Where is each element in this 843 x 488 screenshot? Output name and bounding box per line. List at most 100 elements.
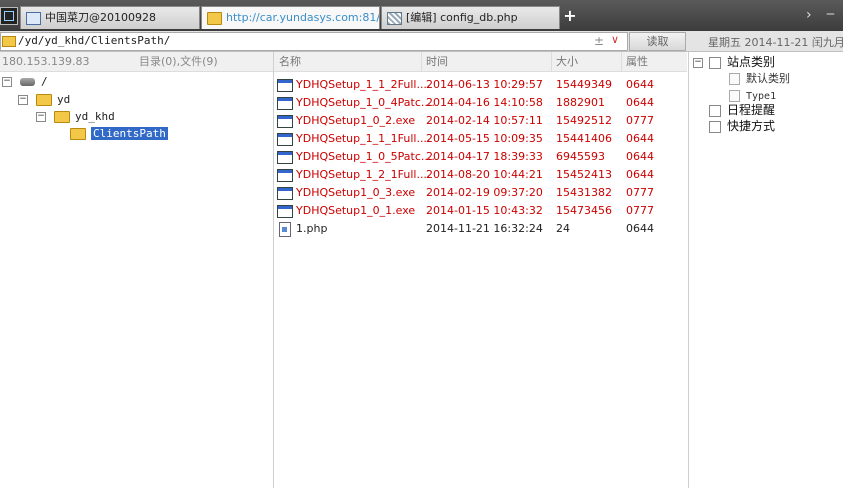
exe-file-icon <box>277 97 293 110</box>
tree-node-clientspath[interactable]: ClientsPath <box>70 126 168 142</box>
column-divider[interactable] <box>421 52 422 71</box>
tree-node-site-categories[interactable]: − 站点类别 <box>693 54 775 70</box>
file-name: YDHQSetup1_0_2.exe <box>296 114 416 127</box>
file-time: 2014-08-20 10:44:21 <box>426 168 543 181</box>
file-size: 24 <box>556 222 570 235</box>
php-file-icon <box>279 222 291 237</box>
tab-label: http://car.yundasys.com:81/y... <box>226 11 380 24</box>
tree-node-type1[interactable]: Type1 <box>729 87 776 103</box>
minimize-icon[interactable]: ‒ <box>826 6 835 22</box>
file-row[interactable]: YDHQSetup_1_1_2Full.... 2014-06-13 10:29… <box>274 76 687 94</box>
file-time: 2014-02-19 09:37:20 <box>426 186 543 199</box>
file-row[interactable]: YDHQSetup1_0_2.exe 2014-02-14 10:57:11 1… <box>274 112 687 130</box>
path-input[interactable]: /yd/yd_khd/ClientsPath/ ± ∨ <box>0 32 628 51</box>
path-text: /yd/yd_khd/ClientsPath/ <box>18 34 171 47</box>
date-display: 星期五 2014-11-21 闰九月十 <box>708 36 843 49</box>
edit-icon <box>387 11 402 25</box>
file-time: 2014-04-16 14:10:58 <box>426 96 543 109</box>
exe-file-icon <box>277 187 293 200</box>
column-header-size[interactable]: 大小 <box>556 52 578 71</box>
page-icon <box>729 72 740 85</box>
file-name: YDHQSetup_1_0_4Patc.... <box>296 96 435 109</box>
tree-header: 180.153.139.83 目录(0),文件(9) <box>0 52 273 72</box>
tab-edit-config[interactable]: [编辑] config_db.php <box>381 6 560 29</box>
exe-file-icon <box>277 205 293 218</box>
file-name: YDHQSetup1_0_1.exe <box>296 204 416 217</box>
read-button[interactable]: 读取 <box>629 32 686 51</box>
tree-node-yd-khd[interactable]: − yd_khd <box>36 109 115 125</box>
chevron-down-icon[interactable]: ∨ <box>611 33 619 46</box>
app-menu-button[interactable] <box>0 7 18 25</box>
file-row[interactable]: YDHQSetup1_0_1.exe 2014-01-15 10:43:32 1… <box>274 202 687 220</box>
file-size: 6945593 <box>556 150 605 163</box>
exe-file-icon <box>277 169 293 182</box>
tree-node-label: 站点类别 <box>727 55 776 69</box>
file-attr: 0644 <box>626 150 654 163</box>
tab-home[interactable]: 中国菜刀@20100928 <box>20 6 200 29</box>
folder-icon <box>207 11 222 25</box>
address-row: /yd/yd_khd/ClientsPath/ ± ∨ 读取 星期五 2014-… <box>0 31 843 52</box>
file-attr: 0777 <box>626 114 654 127</box>
file-list-header: 名称 时间 大小 属性 <box>274 52 687 72</box>
tree-node-yd[interactable]: − yd <box>18 92 70 108</box>
file-name: YDHQSetup_1_1_2Full.... <box>296 78 431 91</box>
tree-node-label: Type1 <box>746 91 777 102</box>
column-header-time[interactable]: 时间 <box>426 52 448 71</box>
file-size: 15441406 <box>556 132 612 145</box>
tab-label: [编辑] config_db.php <box>406 11 518 24</box>
file-attr: 0644 <box>626 78 654 91</box>
tree-node-default-category[interactable]: 默认类别 <box>729 70 790 86</box>
file-row[interactable]: 1.php 2014-11-21 16:32:24 24 0644 <box>274 220 687 238</box>
file-size: 15449349 <box>556 78 612 91</box>
tab-bar: 中国菜刀@20100928 http://car.yundasys.com:81… <box>0 0 843 31</box>
drive-icon <box>20 78 35 86</box>
file-name: YDHQSetup_1_0_5Patc.... <box>296 150 435 163</box>
folder-open-icon <box>70 128 86 140</box>
tree-node-shortcuts[interactable]: 快捷方式 <box>709 118 775 134</box>
file-name: YDHQSetup_1_2_1Full.... <box>296 168 431 181</box>
directory-tree-panel: 180.153.139.83 目录(0),文件(9) − / − yd − yd_kh… <box>0 52 274 488</box>
chevron-right-icon[interactable]: › <box>806 7 812 23</box>
tree-node-schedule-reminder[interactable]: 日程提醒 <box>709 102 775 118</box>
file-list-panel: 名称 时间 大小 属性 YDHQSetup_1_1_2Full.... 2014… <box>274 52 687 488</box>
file-attr: 0644 <box>626 222 654 235</box>
file-attr: 0777 <box>626 204 654 217</box>
collapse-icon[interactable]: − <box>2 77 12 87</box>
exe-file-icon <box>277 133 293 146</box>
file-attr: 0644 <box>626 132 654 145</box>
file-time: 2014-04-17 18:39:33 <box>426 150 543 163</box>
file-row[interactable]: YDHQSetup_1_1_1Full.... 2014-05-15 10:09… <box>274 130 687 148</box>
file-time: 2014-11-21 16:32:24 <box>426 222 543 235</box>
file-name: YDHQSetup1_0_3.exe <box>296 186 416 199</box>
item-counts: 目录(0),文件(9) <box>139 55 218 68</box>
file-time: 2014-06-13 10:29:57 <box>426 78 543 91</box>
file-row[interactable]: YDHQSetup_1_0_5Patc.... 2014-04-17 18:39… <box>274 148 687 166</box>
site-category-panel: − 站点类别 默认类别 Type1 日程提醒 快捷方式 <box>688 52 843 488</box>
tab-label: 中国菜刀@20100928 <box>45 11 156 24</box>
collapse-icon[interactable]: − <box>18 95 28 105</box>
file-name: YDHQSetup_1_1_1Full.... <box>296 132 431 145</box>
file-attr: 0777 <box>626 186 654 199</box>
shortcut-icon <box>709 120 721 133</box>
column-divider[interactable] <box>551 52 552 71</box>
column-header-name[interactable]: 名称 <box>279 52 301 71</box>
file-row[interactable]: YDHQSetup1_0_3.exe 2014-02-19 09:37:20 1… <box>274 184 687 202</box>
file-row[interactable]: YDHQSetup_1_0_4Patc.... 2014-04-16 14:10… <box>274 94 687 112</box>
new-tab-button[interactable]: + <box>562 8 578 24</box>
collapse-icon[interactable]: − <box>693 57 703 68</box>
column-divider[interactable] <box>621 52 622 71</box>
file-name: 1.php <box>296 222 328 235</box>
tree-node-label: 快捷方式 <box>727 119 776 133</box>
page-icon <box>729 89 740 102</box>
folder-icon <box>36 94 52 106</box>
tree-node-root[interactable]: − / <box>2 74 48 90</box>
tab-file-manager[interactable]: http://car.yundasys.com:81/y... <box>201 6 380 29</box>
plus-minus-icon[interactable]: ± <box>594 34 604 48</box>
file-attr: 0644 <box>626 96 654 109</box>
file-row[interactable]: YDHQSetup_1_2_1Full.... 2014-08-20 10:44… <box>274 166 687 184</box>
file-size: 15452413 <box>556 168 612 181</box>
column-header-attr[interactable]: 属性 <box>626 52 648 71</box>
folder-icon <box>54 111 70 123</box>
tree-node-label: / <box>41 75 48 88</box>
collapse-icon[interactable]: − <box>36 112 46 122</box>
